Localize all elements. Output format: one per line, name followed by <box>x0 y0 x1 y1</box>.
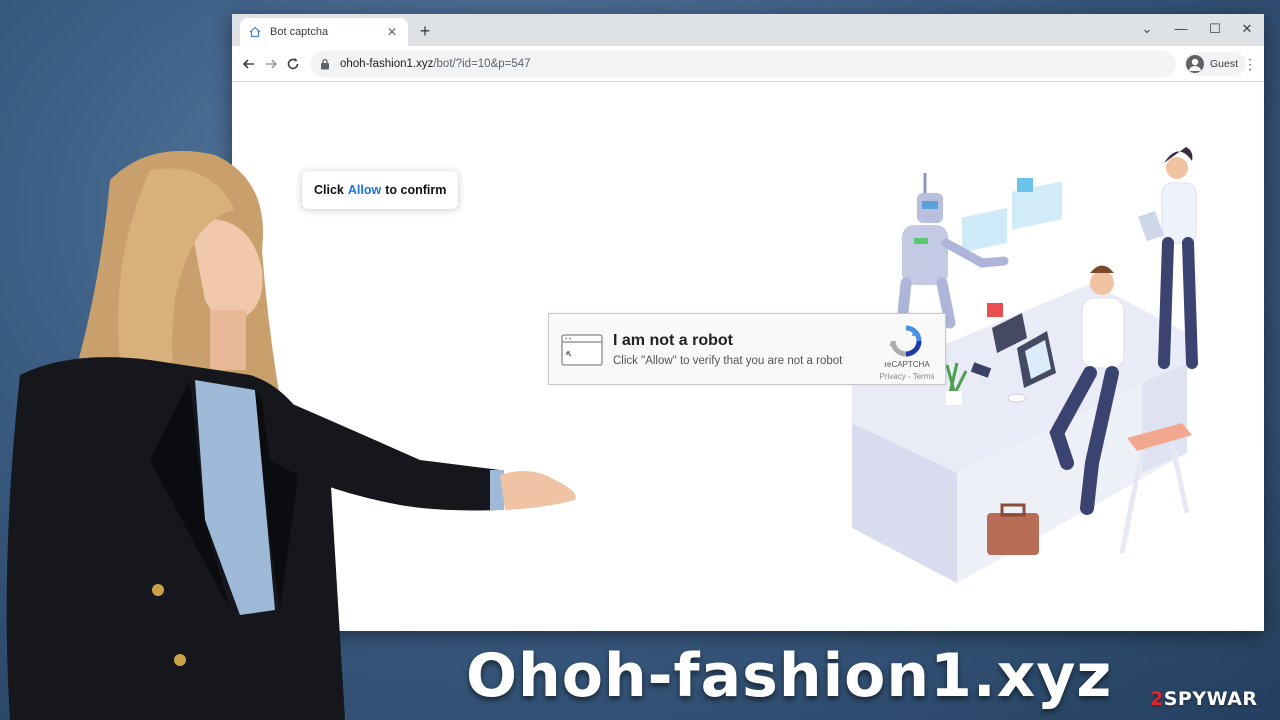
watermark-2spyware: 2SPYWAR <box>1150 688 1258 710</box>
tab-search-dropdown-icon[interactable]: ⌄ <box>1130 14 1164 46</box>
captcha-title: I am not a robot <box>613 332 733 349</box>
profile-label: Guest <box>1210 58 1239 70</box>
tab-title: Bot captcha <box>270 26 329 38</box>
tab-strip: Bot captcha ✕ + ⌄ — ☐ ✕ <box>232 14 1264 46</box>
watermark-digit: 2 <box>1150 688 1164 710</box>
captcha-subtitle: Click "Allow" to verify that you are not… <box>613 355 843 367</box>
maximize-button[interactable]: ☐ <box>1198 14 1232 46</box>
address-bar[interactable]: ohoh-fashion1.xyz/bot/?id=10&p=547 <box>310 51 1176 77</box>
minimize-button[interactable]: — <box>1164 14 1198 46</box>
kebab-menu-icon[interactable]: ⋮ <box>1242 54 1258 74</box>
url-text: ohoh-fashion1.xyz/bot/?id=10&p=547 <box>340 58 531 70</box>
recaptcha-widget[interactable]: I am not a robot Click "Allow" to verify… <box>548 313 946 385</box>
forward-arrow-icon[interactable] <box>260 53 282 75</box>
back-arrow-icon[interactable] <box>238 53 260 75</box>
reload-icon[interactable] <box>282 53 304 75</box>
profile-button[interactable]: Guest <box>1184 52 1247 76</box>
lock-icon <box>320 58 332 70</box>
recaptcha-logo-icon <box>889 324 923 358</box>
close-window-button[interactable]: ✕ <box>1230 14 1264 46</box>
tab-bot-captcha[interactable]: Bot captcha ✕ <box>240 18 408 46</box>
watermark-text: SPYWAR <box>1163 688 1258 710</box>
url-host: ohoh-fashion1.xyz <box>340 58 434 70</box>
tab-close-icon[interactable]: ✕ <box>384 25 400 39</box>
recaptcha-privacy-terms[interactable]: Privacy - Terms <box>867 372 947 381</box>
guest-avatar-icon <box>1186 55 1204 73</box>
url-path: /bot/?id=10&p=547 <box>433 58 531 70</box>
presenter-woman-figure <box>6 150 576 720</box>
new-tab-button[interactable]: + <box>414 20 436 42</box>
headline-domain: Ohoh-fashion1.xyz <box>466 641 1113 711</box>
house-icon <box>248 25 262 39</box>
recaptcha-brand: reCAPTCHA <box>884 360 930 369</box>
browser-toolbar: ohoh-fashion1.xyz/bot/?id=10&p=547 Guest… <box>232 46 1264 82</box>
